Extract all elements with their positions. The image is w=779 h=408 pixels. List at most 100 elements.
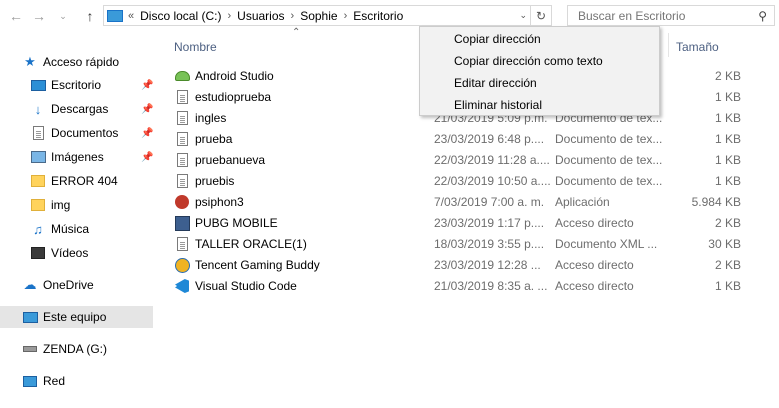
cloud-icon: ☁: [23, 277, 37, 292]
file-size: 1 KB: [714, 110, 741, 125]
music-note-icon: ♫: [33, 221, 43, 237]
pin-icon: 📌: [141, 79, 154, 91]
breadcrumb-segment[interactable]: Disco local (C:): [140, 9, 221, 23]
file-row-pubg-mobile[interactable]: PUBG MOBILE 23/03/2019 1:17 p.... Acceso…: [166, 212, 776, 233]
file-size: 2 KB: [714, 257, 741, 272]
refresh-button[interactable]: ↻: [530, 6, 551, 25]
column-header-name[interactable]: Nombre: [174, 40, 217, 54]
sidebar-item-imagenes[interactable]: Imágenes 📌: [0, 146, 153, 168]
sidebar-item-onedrive[interactable]: ☁ OneDrive: [0, 274, 153, 296]
file-date: 22/03/2019 10:50 a....: [434, 173, 551, 188]
refresh-icon: ↻: [535, 8, 547, 23]
text-file-icon: [174, 152, 190, 168]
download-arrow-icon: ↓: [34, 101, 42, 117]
file-size: 2 KB: [714, 68, 741, 83]
sidebar-item-escritorio[interactable]: Escritorio 📌: [0, 74, 153, 96]
network-icon: [22, 373, 38, 389]
star-icon: ★: [24, 54, 36, 69]
sidebar-item-videos[interactable]: Vídeos: [0, 242, 153, 264]
pin-icon: 📌: [141, 151, 154, 163]
chevron-down-icon: ⌄: [59, 10, 67, 21]
file-type: Documento de tex...: [555, 131, 663, 146]
text-file-icon: [174, 110, 190, 126]
menu-item-copy-address[interactable]: Copiar dirección: [454, 32, 541, 46]
file-size: 5.984 KB: [691, 194, 741, 209]
file-type: Documento XML ...: [555, 236, 658, 251]
file-size: 1 KB: [714, 152, 741, 167]
sidebar-item-descargas[interactable]: ↓ Descargas 📌: [0, 98, 154, 120]
file-row-pruebis[interactable]: pruebis 22/03/2019 10:50 a.... Documento…: [166, 170, 776, 191]
usb-drive-icon: [22, 341, 38, 357]
file-name: Tencent Gaming Buddy: [195, 257, 320, 272]
file-size: 1 KB: [714, 173, 741, 188]
file-name: TALLER ORACLE(1): [195, 236, 307, 251]
file-size: 30 KB: [708, 236, 741, 251]
file-name: Visual Studio Code: [195, 278, 297, 293]
file-type: Acceso directo: [555, 257, 634, 272]
search-icon: ⚲: [758, 9, 767, 23]
sidebar-item-error-404[interactable]: ERROR 404: [0, 170, 153, 192]
sidebar-item-quick-access[interactable]: ★ Acceso rápido: [0, 51, 153, 73]
search-input[interactable]: [576, 7, 750, 24]
menu-item-edit-address[interactable]: Editar dirección: [454, 76, 537, 90]
sidebar-item-label: ZENDA (G:): [43, 342, 108, 356]
computer-icon: [107, 9, 123, 22]
file-name: pruebis: [195, 173, 235, 188]
breadcrumb-separator[interactable]: ›: [291, 10, 295, 22]
up-button[interactable]: ↑: [80, 6, 100, 26]
sidebar-item-este-equipo[interactable]: Este equipo: [0, 306, 153, 328]
recent-locations-button[interactable]: ⌄: [56, 6, 70, 26]
address-overflow[interactable]: «: [128, 10, 134, 22]
sidebar-item-label: Descargas: [51, 102, 109, 116]
sidebar-item-musica[interactable]: ♫ Música: [0, 218, 153, 240]
menu-item-copy-address-as-text[interactable]: Copiar dirección como texto: [454, 54, 603, 68]
video-film-icon: [30, 245, 46, 261]
file-date: 23/03/2019 12:28 ...: [434, 257, 541, 272]
sidebar-item-label: ERROR 404: [51, 174, 118, 188]
sidebar-item-label: img: [51, 198, 71, 212]
text-file-icon: [174, 89, 190, 105]
pictures-icon: [30, 149, 46, 165]
sidebar-item-label: Música: [51, 222, 90, 236]
sidebar-item-label: OneDrive: [43, 278, 94, 292]
breadcrumb-separator[interactable]: ›: [227, 10, 231, 22]
menu-item-delete-history[interactable]: Eliminar historial: [454, 98, 542, 112]
tencent-icon: [174, 257, 190, 273]
file-row-psiphon3[interactable]: psiphon3 7/03/2019 7:00 a. m. Aplicación…: [166, 191, 776, 212]
breadcrumb-segment[interactable]: Escritorio: [353, 9, 403, 23]
sidebar-item-red[interactable]: Red: [0, 370, 153, 392]
search-box[interactable]: ⚲: [567, 5, 775, 26]
file-type: Acceso directo: [555, 215, 634, 230]
sidebar-item-img[interactable]: img: [0, 194, 153, 216]
breadcrumb-separator[interactable]: ›: [344, 10, 348, 22]
file-size: 1 KB: [714, 278, 741, 293]
file-name: pruebanueva: [195, 152, 266, 167]
file-row-tencent-gaming-buddy[interactable]: Tencent Gaming Buddy 23/03/2019 12:28 ..…: [166, 254, 776, 275]
back-button[interactable]: ←: [6, 6, 26, 26]
file-type: Documento de tex...: [555, 152, 663, 167]
column-header-size[interactable]: Tamaño: [676, 40, 719, 54]
address-bar[interactable]: « Disco local (C:) › Usuarios › Sophie ›…: [103, 5, 552, 26]
file-date: 18/03/2019 3:55 p....: [434, 236, 545, 251]
sidebar-item-documentos[interactable]: Documentos 📌: [0, 122, 153, 144]
text-file-icon: [174, 173, 190, 189]
address-dropdown-button[interactable]: ⌄: [519, 10, 527, 21]
breadcrumb-segment[interactable]: Sophie: [300, 9, 337, 23]
file-type: Acceso directo: [555, 278, 634, 293]
folder-icon: [30, 197, 46, 213]
file-row-taller-oracle[interactable]: TALLER ORACLE(1) 18/03/2019 3:55 p.... D…: [166, 233, 776, 254]
arrow-up-icon: ↑: [86, 8, 94, 24]
arrow-right-icon: →: [32, 8, 46, 24]
forward-button[interactable]: →: [29, 6, 49, 26]
file-name: prueba: [195, 131, 233, 146]
file-row-prueba[interactable]: prueba 23/03/2019 6:48 p.... Documento d…: [166, 128, 776, 149]
file-name: Android Studio: [195, 68, 274, 83]
file-row-pruebanueva[interactable]: pruebanueva 22/03/2019 11:28 a.... Docum…: [166, 149, 776, 170]
breadcrumb-segment[interactable]: Usuarios: [237, 9, 284, 23]
pin-icon: 📌: [141, 127, 154, 139]
sidebar-item-zenda-drive[interactable]: ZENDA (G:): [0, 338, 153, 360]
file-row-visual-studio-code[interactable]: Visual Studio Code 21/03/2019 8:35 a. ..…: [166, 275, 776, 296]
file-date: 21/03/2019 8:35 a. ...: [434, 278, 548, 293]
android-studio-icon: [174, 68, 190, 84]
column-divider[interactable]: [668, 33, 669, 57]
